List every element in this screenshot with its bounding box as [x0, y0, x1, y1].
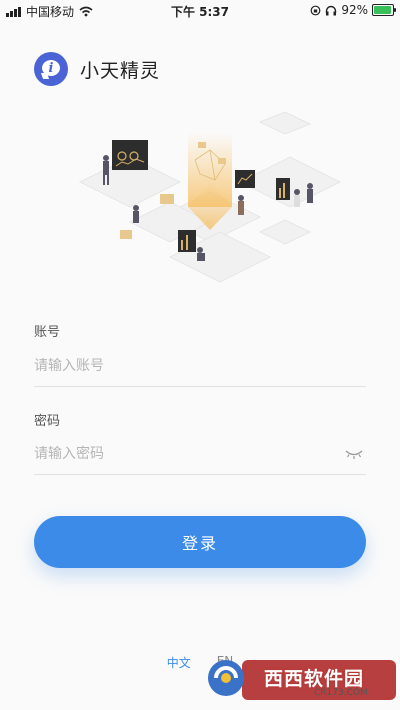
- watermark-subtext: CR173.COM: [314, 688, 368, 698]
- password-input[interactable]: [34, 436, 324, 472]
- headphones-icon: [326, 5, 337, 15]
- status-right: 92%: [310, 3, 396, 17]
- app-header: i 小天精灵: [34, 52, 160, 86]
- account-label: 账号: [34, 325, 61, 340]
- language-chinese[interactable]: 中文: [167, 654, 191, 671]
- app-title: 小天精灵: [80, 59, 161, 82]
- watermark-text: 西西软件园: [264, 668, 365, 690]
- orientation-lock-icon: [310, 5, 321, 15]
- status-bar: 中国移动 下午 5:37 92%: [0, 0, 400, 22]
- info-chat-icon: i: [34, 52, 68, 86]
- password-label: 密码: [34, 414, 61, 429]
- account-field: [34, 348, 366, 387]
- login-button[interactable]: 登录: [34, 516, 366, 568]
- password-field: [34, 436, 366, 475]
- hide-password-icon[interactable]: [344, 448, 364, 460]
- isometric-data-illustration: [78, 112, 342, 283]
- battery-percent: 92%: [341, 3, 368, 17]
- account-input[interactable]: [34, 348, 324, 384]
- battery-icon: [372, 4, 396, 16]
